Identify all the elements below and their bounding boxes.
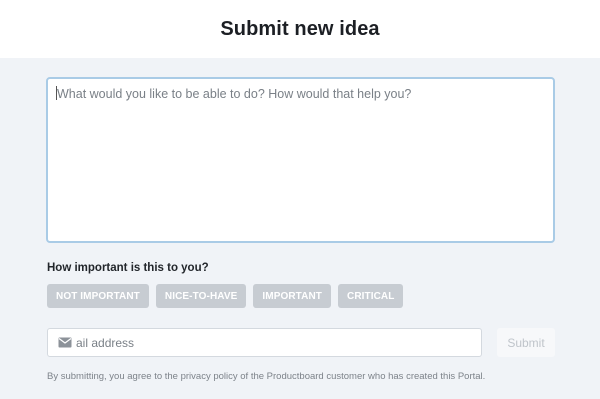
page-title: Submit new idea (220, 17, 380, 40)
importance-options: NOT IMPORTANT NICE-TO-HAVE IMPORTANT CRI… (47, 284, 404, 308)
email-field[interactable] (47, 328, 482, 357)
page-header: Submit new idea (0, 0, 600, 58)
text-cursor (56, 86, 57, 100)
importance-important-button[interactable]: IMPORTANT (253, 284, 331, 308)
importance-label: How important is this to you? (47, 262, 209, 274)
submit-button[interactable]: Submit (497, 328, 555, 357)
importance-not-important-button[interactable]: NOT IMPORTANT (47, 284, 149, 308)
importance-critical-button[interactable]: CRITICAL (338, 284, 404, 308)
envelope-icon (58, 337, 72, 348)
importance-nice-to-have-button[interactable]: NICE-TO-HAVE (155, 284, 247, 308)
idea-description-input[interactable] (46, 77, 555, 243)
privacy-disclaimer: By submitting, you agree to the privacy … (47, 371, 486, 382)
email-input[interactable] (76, 329, 476, 356)
